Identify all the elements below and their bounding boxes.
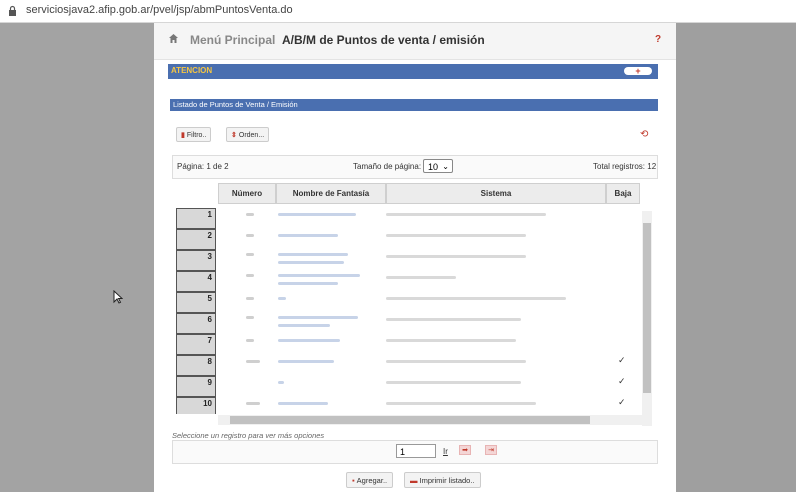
filter-icon: ▮ (181, 132, 185, 139)
row-number[interactable]: 5 (176, 292, 216, 313)
breadcrumb-menu-principal[interactable]: Menú Principal (190, 33, 275, 47)
column-header-nombre[interactable]: Nombre de Fantasía (276, 183, 386, 204)
blurred-cell (278, 261, 344, 264)
row-number[interactable]: 2 (176, 229, 216, 250)
blurred-cell (386, 360, 526, 363)
blurred-cell (386, 213, 546, 216)
list-title: Listado de Puntos de Venta / Emisión (173, 100, 298, 109)
baja-check-icon: ✓ (618, 397, 626, 407)
expand-plus-button[interactable]: + (624, 67, 652, 76)
baja-check-icon: ✓ (618, 376, 626, 386)
blurred-cell (278, 339, 340, 342)
total-records: Total registros: 12 (593, 162, 657, 171)
blurred-cell (386, 339, 516, 342)
column-header-numero[interactable]: Número (218, 183, 276, 204)
blurred-cell (246, 402, 260, 405)
browser-url-bar[interactable]: serviciosjava2.afip.gob.ar/pvel/jsp/abmP… (0, 0, 796, 23)
blurred-cell (278, 316, 358, 319)
pager-bar: Página: 1 de 2 Tamaño de página: 10 ⌄ To… (172, 155, 658, 179)
page-size-label: Tamaño de página: (353, 162, 422, 171)
row-number[interactable]: 7 (176, 334, 216, 355)
row-number[interactable]: 3 (176, 250, 216, 271)
blurred-cell (246, 234, 254, 237)
refresh-icon[interactable]: ⟲ (640, 129, 648, 140)
blurred-cell (246, 213, 254, 216)
vertical-scroll-thumb[interactable] (643, 223, 651, 393)
blurred-cell (246, 274, 254, 277)
blurred-cell (278, 381, 284, 384)
blurred-cell (386, 276, 456, 279)
records-table: 1 2 3 4 5 6 7 8 9 10 ✓ ✓ ✓ (176, 208, 654, 414)
blurred-cell (386, 255, 526, 258)
background-right (676, 23, 796, 492)
blurred-cell (386, 318, 521, 321)
page-indicator: Página: 1 de 2 (177, 162, 229, 171)
add-button[interactable]: ▪ Agregar.. (346, 472, 394, 488)
atencion-panel[interactable]: ATENCION + (168, 64, 658, 79)
blurred-cell (246, 360, 260, 363)
url-text[interactable]: serviciosjava2.afip.gob.ar/pvel/jsp/abmP… (26, 4, 293, 16)
page-number-input[interactable]: 1 (396, 444, 436, 458)
page-title: A/B/M de Puntos de venta / emisión (282, 33, 485, 47)
row-number[interactable]: 10 (176, 397, 216, 414)
main-page: Menú Principal A/B/M de Puntos de venta … (154, 23, 676, 492)
row-number[interactable]: 1 (176, 208, 216, 229)
last-page-icon[interactable]: ⇥ (485, 445, 497, 455)
list-header: Listado de Puntos de Venta / Emisión (170, 99, 658, 111)
row-number[interactable]: 9 (176, 376, 216, 397)
horizontal-scroll-thumb[interactable] (230, 416, 590, 424)
horizontal-scrollbar[interactable] (218, 415, 642, 425)
blurred-cell (278, 402, 328, 405)
blurred-cell (278, 360, 334, 363)
blurred-cell (386, 234, 526, 237)
row-number[interactable]: 6 (176, 313, 216, 334)
blurred-cell (246, 297, 254, 300)
selection-hint: Seleccione un registro para ver más opci… (172, 431, 325, 440)
column-header-baja[interactable]: Baja (606, 183, 640, 204)
blurred-cell (278, 324, 330, 327)
column-header-sistema[interactable]: Sistema (386, 183, 606, 204)
blurred-cell (278, 297, 286, 300)
print-icon: ▬ (410, 476, 418, 485)
blurred-cell (246, 339, 254, 342)
filter-button[interactable]: ▮ Filtro.. (176, 127, 212, 142)
blurred-cell (278, 253, 348, 256)
blurred-cell (386, 402, 536, 405)
sort-icon: ⇕ (231, 132, 237, 139)
atencion-label: ATENCION (171, 66, 213, 75)
blurred-cell (386, 297, 566, 300)
blurred-cell (246, 316, 254, 319)
blurred-cell (246, 253, 254, 256)
help-icon[interactable]: ? (655, 34, 661, 45)
blurred-cell (278, 282, 338, 285)
go-link[interactable]: Ir (443, 447, 448, 456)
blurred-cell (278, 234, 338, 237)
baja-check-icon: ✓ (618, 355, 626, 365)
row-number[interactable]: 4 (176, 271, 216, 292)
page-size-select[interactable]: 10 ⌄ (423, 159, 453, 173)
background-left (0, 23, 154, 492)
home-icon[interactable] (168, 33, 179, 44)
blurred-cell (278, 213, 356, 216)
vertical-scrollbar[interactable] (642, 211, 652, 426)
print-list-button[interactable]: ▬ Imprimir listado.. (404, 472, 481, 488)
lock-icon (9, 5, 16, 16)
blurred-cell (278, 274, 360, 277)
top-bar: Menú Principal A/B/M de Puntos de venta … (154, 23, 676, 60)
page-navigation: 1 Ir ➡ ⇥ (172, 440, 658, 464)
mouse-cursor-icon (113, 290, 123, 304)
next-page-icon[interactable]: ➡ (459, 445, 471, 455)
add-icon: ▪ (352, 476, 355, 485)
row-number[interactable]: 8 (176, 355, 216, 376)
blurred-cell (386, 381, 521, 384)
chevron-down-icon: ⌄ (442, 162, 449, 171)
order-button[interactable]: ⇕ Orden... (226, 127, 270, 142)
